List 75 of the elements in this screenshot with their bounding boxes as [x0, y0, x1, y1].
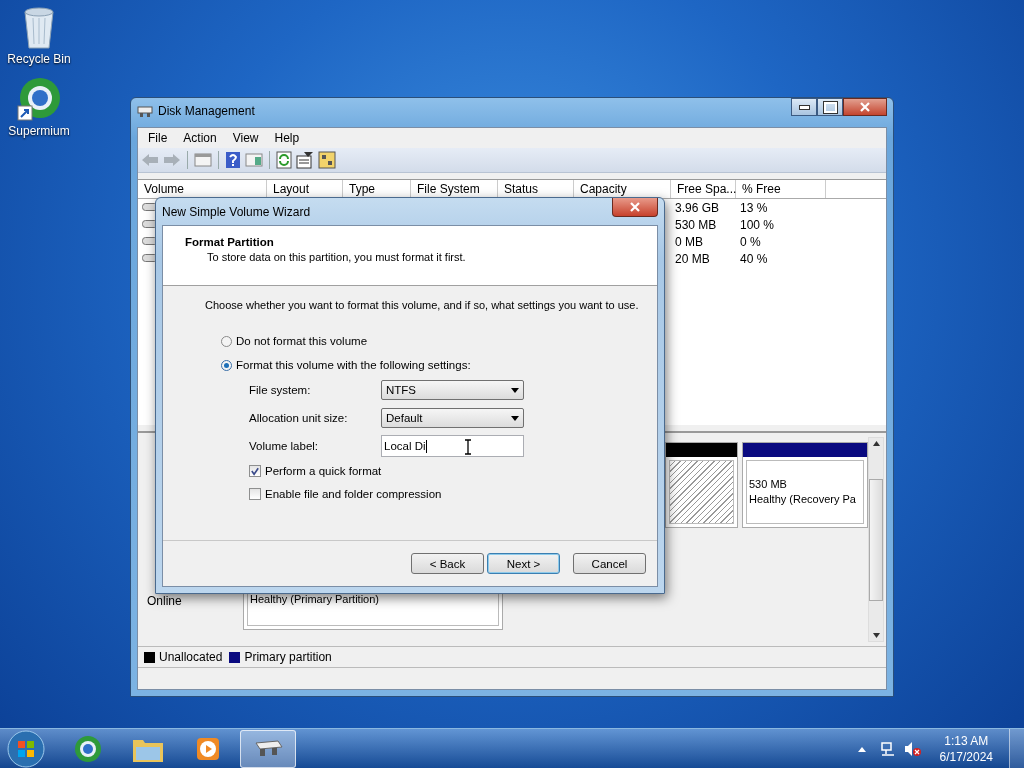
desktop-icon-label[interactable]: Recycle Bin: [7, 52, 71, 66]
dialog-title: New Simple Volume Wizard: [162, 205, 311, 219]
browser-icon: [73, 734, 103, 764]
partition-block[interactable]: [665, 442, 738, 528]
help-icon[interactable]: [225, 151, 241, 169]
dropdown[interactable]: NTFS: [381, 380, 524, 400]
menu-item[interactable]: Action: [175, 131, 225, 145]
menu-item[interactable]: Help: [266, 131, 308, 145]
clock-date[interactable]: 6/17/2024: [939, 749, 993, 765]
table-cell: 530 MB: [675, 217, 717, 232]
scroll-up-icon[interactable]: [872, 441, 880, 446]
muted-speaker-icon[interactable]: [903, 741, 922, 757]
taskbar-button[interactable]: [240, 730, 296, 768]
table-cell: 0 MB: [675, 234, 703, 249]
input-field[interactable]: Local Di: [381, 435, 524, 457]
table-cell: 13 %: [740, 200, 768, 215]
table-cell: 20 MB: [675, 251, 710, 266]
field-label: Allocation unit size:: [249, 412, 349, 424]
panel-icon[interactable]: [245, 152, 263, 168]
recycle-bin-icon[interactable]: [21, 6, 57, 50]
partition-status: Healthy (Primary Partition): [250, 592, 380, 607]
start-button[interactable]: [6, 729, 46, 768]
play-icon: [194, 735, 222, 763]
show-desktop-button[interactable]: [1009, 729, 1024, 768]
table-cell: 100 %: [740, 217, 775, 232]
browser-shortcut-icon[interactable]: [16, 76, 62, 122]
partition-status: Healthy (Recovery Pa: [749, 492, 857, 507]
close-button[interactable]: [612, 198, 658, 217]
panel-icon[interactable]: [194, 152, 212, 168]
instruction-text: Choose whether you want to format this volume, and if so, what settings you want to use.: [205, 299, 640, 311]
column-header[interactable]: % Free: [736, 180, 826, 198]
close-icon: [860, 102, 870, 112]
dialog-button[interactable]: Next >: [487, 553, 560, 574]
minimize-button[interactable]: [791, 98, 817, 116]
radio-button[interactable]: [221, 335, 232, 347]
page-heading: Format Partition: [185, 236, 275, 248]
partition-block[interactable]: 530 MB Healthy (Recovery Pa: [742, 442, 868, 528]
dialog-button[interactable]: Cancel: [573, 553, 646, 574]
disk-status: Online: [147, 594, 183, 610]
window-title: Disk Management: [158, 103, 255, 118]
scrollbar[interactable]: [868, 437, 884, 642]
table-cell: 0 %: [740, 234, 761, 249]
properties-icon[interactable]: [296, 151, 314, 169]
partition-size: 530 MB: [749, 477, 788, 492]
radio-label[interactable]: Do not format this volume: [236, 335, 368, 347]
menu-item[interactable]: File: [140, 131, 176, 145]
close-icon: [630, 202, 640, 212]
refresh-icon[interactable]: [276, 151, 292, 169]
menu-item[interactable]: View: [224, 131, 267, 145]
legend-label: Primary partition: [244, 650, 332, 664]
checkbox-label[interactable]: Perform a quick format: [265, 465, 382, 477]
checkbox[interactable]: [249, 465, 261, 477]
desktop-icon-label[interactable]: Supermium: [8, 124, 70, 138]
checkbox[interactable]: [249, 488, 261, 500]
column-header[interactable]: Free Spa...: [671, 180, 736, 198]
legend-label: Unallocated: [159, 650, 223, 664]
radio-button[interactable]: [221, 359, 232, 371]
maximize-button[interactable]: [817, 98, 843, 116]
close-button[interactable]: [843, 98, 887, 116]
disk-drive-icon: [137, 103, 153, 118]
scroll-down-icon[interactable]: [872, 633, 880, 638]
field-label: Volume label:: [249, 440, 320, 452]
page-subtitle: To store data on this partition, you must format it first.: [206, 251, 467, 263]
dropdown[interactable]: Default: [381, 408, 524, 428]
text-cursor-icon: [464, 439, 472, 455]
table-cell: 40 %: [740, 251, 768, 266]
show-hidden-icons-button[interactable]: [857, 746, 866, 752]
dialog-button[interactable]: < Back: [411, 553, 484, 574]
radio-label[interactable]: Format this volume with the following settings:: [236, 359, 471, 371]
checkbox-label[interactable]: Enable file and folder compression: [265, 488, 442, 500]
network-icon[interactable]: [879, 741, 896, 757]
settings-icon[interactable]: [318, 151, 336, 169]
clock-time[interactable]: 1:13 AM: [944, 733, 989, 749]
field-label: File system:: [249, 384, 312, 396]
table-cell: 3.96 GB: [675, 200, 720, 215]
